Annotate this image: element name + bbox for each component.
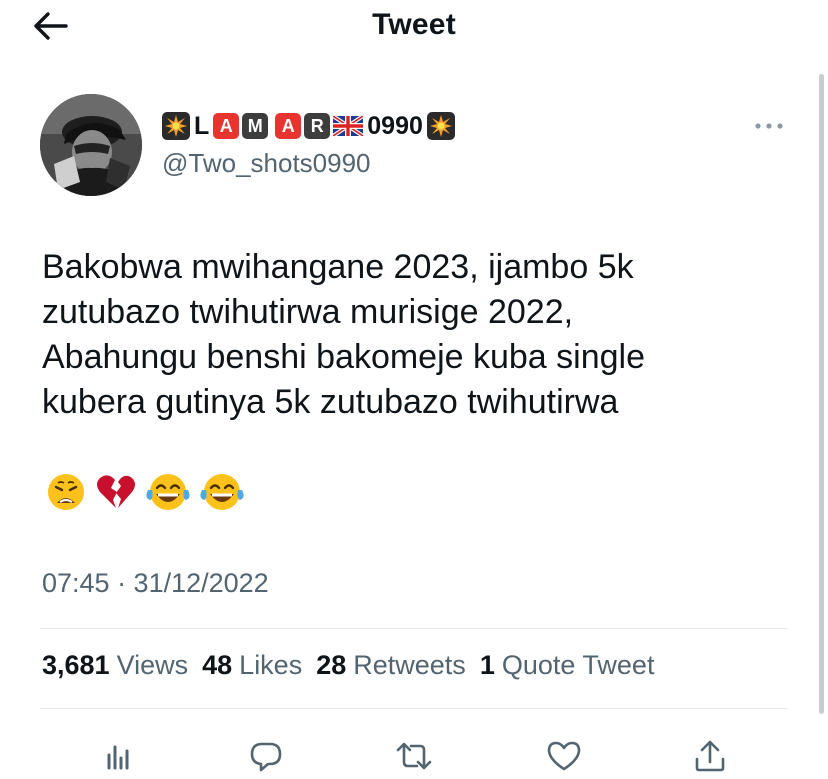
views-count: 3,681	[42, 650, 110, 680]
name-digits: 0990	[367, 111, 423, 140]
likes-stat[interactable]: 48 Likes	[202, 650, 302, 681]
analytics-button[interactable]	[96, 734, 140, 778]
likes-label: Likes	[239, 650, 303, 680]
scrollbar[interactable]	[819, 74, 824, 714]
share-button[interactable]	[688, 734, 732, 778]
action-bar	[0, 730, 828, 779]
more-options-button[interactable]	[752, 114, 786, 138]
m-letter-emoji-icon: M	[242, 113, 269, 139]
name-letter-l: L	[194, 111, 210, 140]
quote-tweets-label: Quote Tweet	[501, 650, 655, 680]
page-title: Tweet	[372, 8, 456, 41]
tweet-line: Bakobwa mwihangane 2023, ijambo 5k	[42, 248, 634, 286]
retweets-count: 28	[316, 650, 347, 680]
retweet-button[interactable]	[392, 734, 436, 778]
engagement-stats: 3,681 Views 48 Likes 28 Retweets 1 Quote Twe…	[42, 650, 654, 681]
likes-count: 48	[202, 650, 233, 680]
retweet-icon	[396, 742, 432, 770]
tweet-timestamp[interactable]: 07:45 · 31/12/2022	[42, 568, 269, 599]
more-dots-icon	[755, 123, 783, 129]
author-handle[interactable]: @Two_shots0990	[162, 148, 371, 179]
like-icon	[547, 741, 581, 771]
a-button-emoji-icon: A	[275, 113, 302, 139]
views-label: Views	[116, 650, 189, 680]
share-icon	[695, 740, 725, 772]
quote-tweets-count: 1	[479, 650, 495, 680]
tears-of-joy-emoji-icon	[198, 472, 246, 512]
divider	[40, 708, 788, 709]
reply-icon	[250, 742, 282, 772]
tweet-line: kubera gutinya 5k zutubazo twihutirwa	[42, 383, 619, 421]
tears-of-joy-emoji-icon	[144, 472, 192, 512]
avatar-image	[40, 94, 142, 196]
tweet-line: Abahungu benshi bakomeje kuba single	[42, 338, 646, 376]
tweet-emojis	[44, 472, 246, 512]
weary-face-emoji-icon	[44, 472, 88, 512]
reply-button[interactable]	[244, 734, 288, 778]
broken-heart-emoji-icon	[94, 472, 138, 512]
collision-emoji-icon	[426, 112, 455, 140]
tweet-text: Bakobwa mwihangane 2023, ijambo 5k zutub…	[42, 245, 812, 425]
like-button[interactable]	[542, 734, 586, 778]
views-stat[interactable]: 3,681 Views	[42, 650, 188, 681]
avatar[interactable]	[40, 94, 142, 196]
a-button-emoji-icon: A	[213, 113, 240, 139]
r-letter-emoji-icon: R	[304, 113, 331, 139]
top-bar: Tweet	[0, 0, 828, 56]
tweet-line: zutubazo twihutirwa murisige 2022,	[42, 293, 574, 331]
analytics-icon	[107, 745, 129, 770]
collision-emoji-icon	[162, 112, 190, 140]
retweets-stat[interactable]: 28 Retweets	[316, 650, 466, 681]
uk-flag-emoji-icon	[333, 116, 364, 136]
retweets-label: Retweets	[353, 650, 466, 680]
quote-tweets-stat[interactable]: 1 Quote Tweet	[480, 650, 655, 681]
divider	[40, 628, 788, 629]
author-display-name[interactable]: L A M A R 0990	[162, 108, 455, 144]
